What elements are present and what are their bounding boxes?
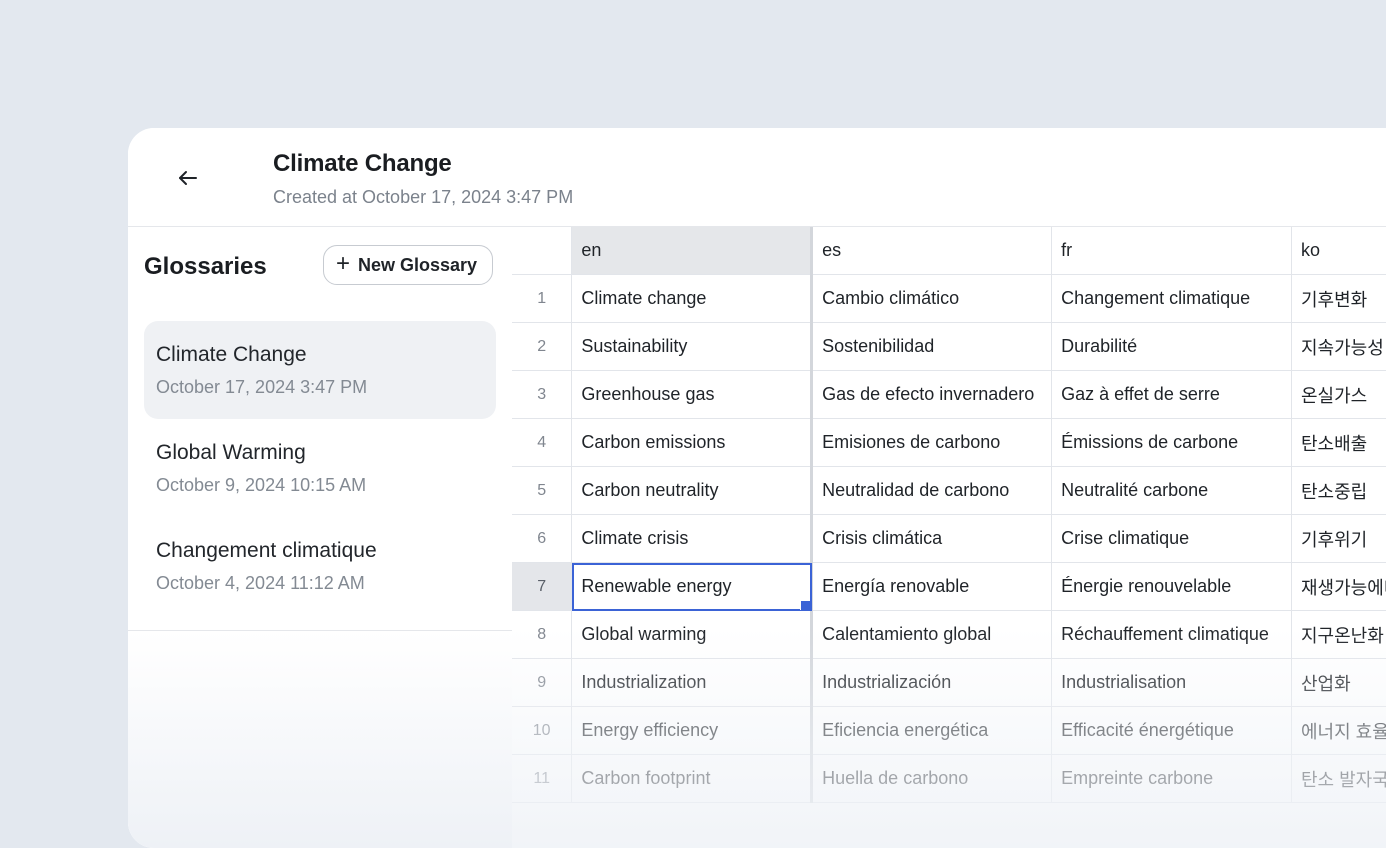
table-row: 9IndustrializationIndustrializaciónIndus… [512, 659, 1386, 707]
row-number[interactable]: 5 [512, 467, 572, 515]
cell-en[interactable]: Carbon emissions [572, 419, 812, 467]
cell-ko[interactable]: 탄소배출 [1292, 419, 1386, 467]
arrow-left-icon [176, 166, 200, 190]
glossary-item-name: Changement climatique [156, 539, 377, 563]
table-row: 11Carbon footprintHuella de carbonoEmpre… [512, 755, 1386, 803]
cell-en[interactable]: Climate crisis [572, 515, 812, 563]
cell-en[interactable]: Climate change [572, 275, 812, 323]
cell-en[interactable]: Industrialization [572, 659, 812, 707]
cell-ko[interactable]: 기후변화 [1292, 275, 1386, 323]
cell-fr[interactable]: Durabilité [1052, 323, 1292, 371]
glossary-item-name: Climate Change [156, 343, 307, 367]
glossary-item-date: October 17, 2024 3:47 PM [156, 377, 367, 398]
glossary-item-changement-climatique[interactable]: Changement climatique October 4, 2024 11… [144, 517, 496, 615]
cell-en[interactable]: Carbon footprint [572, 755, 812, 803]
column-header-ko[interactable]: ko [1292, 227, 1386, 275]
cell-en[interactable]: Sustainability [572, 323, 812, 371]
plus-icon: + [336, 252, 350, 276]
glossary-item-climate-change[interactable]: Climate Change October 17, 2024 3:47 PM [144, 321, 496, 419]
table-row: 4Carbon emissionsEmisiones de carbonoÉmi… [512, 419, 1386, 467]
cell-en[interactable]: Energy efficiency [572, 707, 812, 755]
table-row: 8Global warmingCalentamiento globalRécha… [512, 611, 1386, 659]
cell-es[interactable]: Energía renovable [812, 563, 1052, 611]
glossary-sidebar: Glossaries + New Glossary Climate Change… [128, 227, 512, 848]
cell-ko[interactable]: 온실가스 [1292, 371, 1386, 419]
page-subtitle: Created at October 17, 2024 3:47 PM [273, 187, 573, 208]
cell-en[interactable]: Global warming [572, 611, 812, 659]
table-row: 1Climate changeCambio climáticoChangemen… [512, 275, 1386, 323]
glossary-grid: en es fr ko 1Climate changeCambio climát… [512, 227, 1386, 848]
cell-es[interactable]: Gas de efecto invernadero [812, 371, 1052, 419]
cell-es[interactable]: Eficiencia energética [812, 707, 1052, 755]
active-cell[interactable]: Renewable energy [572, 563, 812, 611]
cell-en[interactable]: Greenhouse gas [572, 371, 812, 419]
sidebar-title: Glossaries [144, 253, 267, 281]
row-number[interactable]: 10 [512, 707, 572, 755]
column-header-en[interactable]: en [572, 227, 812, 275]
corner-cell [512, 227, 572, 275]
cell-fr[interactable]: Émissions de carbone [1052, 419, 1292, 467]
row-number[interactable]: 11 [512, 755, 572, 803]
table-row: 7Renewable energyEnergía renovableÉnergi… [512, 563, 1386, 611]
cell-es[interactable]: Sostenibilidad [812, 323, 1052, 371]
cell-fr[interactable]: Industrialisation [1052, 659, 1292, 707]
glossary-item-name: Global Warming [156, 441, 306, 465]
row-number[interactable]: 8 [512, 611, 572, 659]
cell-fr[interactable]: Crise climatique [1052, 515, 1292, 563]
column-header-es[interactable]: es [812, 227, 1052, 275]
new-glossary-label: New Glossary [358, 255, 477, 276]
row-number[interactable]: 6 [512, 515, 572, 563]
back-button[interactable] [168, 158, 208, 198]
cell-ko[interactable]: 기후위기 [1292, 515, 1386, 563]
page-header: Climate Change Created at October 17, 20… [128, 128, 1386, 227]
row-number[interactable]: 3 [512, 371, 572, 419]
row-number[interactable]: 7 [512, 563, 572, 611]
cell-ko[interactable]: 산업화 [1292, 659, 1386, 707]
fill-handle[interactable] [800, 600, 811, 611]
row-number[interactable]: 9 [512, 659, 572, 707]
cell-es[interactable]: Emisiones de carbono [812, 419, 1052, 467]
cell-fr[interactable]: Empreinte carbone [1052, 755, 1292, 803]
cell-fr[interactable]: Gaz à effet de serre [1052, 371, 1292, 419]
cell-es[interactable]: Industrialización [812, 659, 1052, 707]
page-title: Climate Change [273, 150, 452, 178]
cell-ko[interactable]: 탄소중립 [1292, 467, 1386, 515]
row-number[interactable]: 1 [512, 275, 572, 323]
cell-es[interactable]: Crisis climática [812, 515, 1052, 563]
row-number[interactable]: 4 [512, 419, 572, 467]
glossary-item-date: October 4, 2024 11:12 AM [156, 573, 365, 594]
table-row: 5Carbon neutralityNeutralidad de carbono… [512, 467, 1386, 515]
cell-es[interactable]: Huella de carbono [812, 755, 1052, 803]
new-glossary-button[interactable]: + New Glossary [323, 245, 493, 285]
cell-fr[interactable]: Neutralité carbone [1052, 467, 1292, 515]
cell-es[interactable]: Calentamiento global [812, 611, 1052, 659]
cell-ko[interactable]: 지속가능성 [1292, 323, 1386, 371]
column-header-row: en es fr ko [512, 227, 1386, 275]
glossary-window: Climate Change Created at October 17, 20… [128, 128, 1386, 848]
table-row: 3Greenhouse gasGas de efecto invernadero… [512, 371, 1386, 419]
column-header-fr[interactable]: fr [1052, 227, 1292, 275]
sidebar-empty-area [128, 630, 512, 848]
row-number[interactable]: 2 [512, 323, 572, 371]
cell-ko[interactable]: 지구온난화 [1292, 611, 1386, 659]
glossary-item-global-warming[interactable]: Global Warming October 9, 2024 10:15 AM [144, 419, 496, 517]
cell-en[interactable]: Carbon neutrality [572, 467, 812, 515]
glossary-item-date: October 9, 2024 10:15 AM [156, 475, 366, 496]
cell-ko[interactable]: 재생가능에너지 [1292, 563, 1386, 611]
table-row: 10Energy efficiencyEficiencia energética… [512, 707, 1386, 755]
cell-fr[interactable]: Réchauffement climatique [1052, 611, 1292, 659]
cell-es[interactable]: Neutralidad de carbono [812, 467, 1052, 515]
cell-es[interactable]: Cambio climático [812, 275, 1052, 323]
table-row: 6Climate crisisCrisis climáticaCrise cli… [512, 515, 1386, 563]
cell-ko[interactable]: 탄소 발자국 [1292, 755, 1386, 803]
cell-fr[interactable]: Efficacité énergétique [1052, 707, 1292, 755]
cell-fr[interactable]: Énergie renouvelable [1052, 563, 1292, 611]
table-row: 2SustainabilitySostenibilidadDurabilité지… [512, 323, 1386, 371]
cell-ko[interactable]: 에너지 효율 [1292, 707, 1386, 755]
cell-fr[interactable]: Changement climatique [1052, 275, 1292, 323]
